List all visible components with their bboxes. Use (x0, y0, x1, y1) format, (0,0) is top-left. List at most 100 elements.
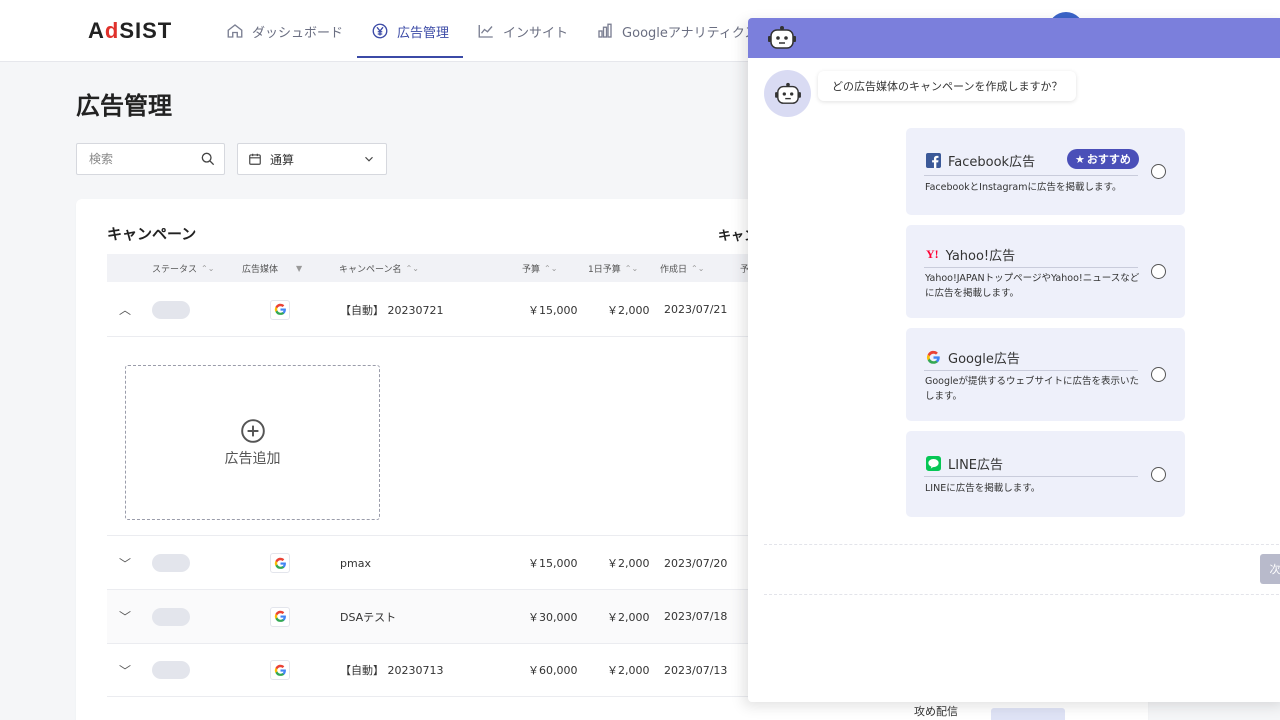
column-media[interactable]: 広告媒体 ▼ (242, 254, 302, 282)
expand-button[interactable]: ﹀ (119, 644, 131, 696)
column-daily-budget[interactable]: 1日予算 ⌃⌄ (588, 254, 638, 282)
column-budget-label: 予算 (522, 264, 541, 275)
status-toggle[interactable] (152, 300, 190, 319)
bar-chart-icon (598, 23, 612, 38)
option-google-radio[interactable] (1151, 367, 1166, 382)
bot-avatar (764, 70, 811, 117)
search-box (76, 143, 225, 175)
robot-icon (768, 26, 796, 49)
chevron-up-icon: ︿ (119, 303, 132, 317)
chevron-down-icon: ﹀ (119, 556, 132, 571)
star-icon: ★ (1075, 152, 1085, 166)
option-line-radio[interactable] (1151, 467, 1166, 482)
nav-dashboard[interactable]: ダッシュボード (212, 0, 357, 62)
expand-button[interactable]: ﹀ (119, 537, 131, 589)
page-title: 広告管理 (76, 92, 172, 120)
column-created-date-label: 作成日 (660, 264, 688, 275)
sort-icon: ⌃⌄ (691, 263, 705, 273)
status-cell (152, 283, 190, 336)
chat-header (748, 18, 1280, 58)
nav-insight[interactable]: インサイト (463, 0, 582, 62)
nav-ad-management[interactable]: 広告管理 (357, 0, 464, 62)
chat-divider (764, 544, 1280, 545)
period-select[interactable]: 通算 (237, 143, 387, 175)
option-facebook-ads[interactable]: Facebook広告 ★ おすすめ FacebookとInstagramに広告を掲… (906, 128, 1185, 215)
nav-google-analytics-label: Googleアナリティクス (622, 25, 758, 41)
option-yahoo-title-text: Yahoo!広告 (945, 249, 1016, 264)
robot-icon (774, 82, 801, 104)
logo-text-d: d (104, 18, 120, 43)
option-divider (924, 175, 1138, 176)
status-toggle[interactable] (152, 661, 190, 679)
option-yahoo-radio[interactable] (1151, 264, 1166, 279)
expand-button[interactable]: ﹀ (119, 590, 131, 643)
chevron-down-icon: ﹀ (119, 610, 132, 624)
nav-ad-management-label: 広告管理 (397, 25, 450, 41)
plus-circle-icon (240, 418, 265, 443)
media-cell (270, 590, 290, 643)
column-created-date[interactable]: 作成日 ⌃⌄ (660, 254, 704, 282)
status-toggle[interactable] (152, 554, 190, 572)
nav-google-analytics[interactable]: Googleアナリティクス (582, 0, 771, 62)
media-cell (270, 537, 290, 589)
option-google-ads[interactable]: Google広告 Googleが提供するウェブサイトに広告を表示いたします。 (906, 328, 1185, 421)
column-status-label: ステータス (152, 264, 198, 275)
sort-icon: ⌃⌄ (405, 263, 419, 273)
next-button[interactable]: 次 (1260, 554, 1280, 584)
google-media-badge (270, 606, 290, 627)
yahoo-icon: Y! (926, 247, 939, 261)
google-icon (274, 610, 286, 622)
column-status[interactable]: ステータス ⌃⌄ (152, 254, 214, 282)
option-facebook-title-text: Facebook広告 (948, 155, 1036, 170)
status-badge[interactable] (991, 708, 1065, 720)
google-media-badge (270, 299, 290, 320)
campaign-create-chat-panel: どの広告媒体のキャンペーンを作成しますか？ Facebook広告 ★ おすすめ F… (748, 18, 1280, 702)
recommended-badge-text: おすすめ (1086, 153, 1131, 166)
google-icon (274, 664, 286, 676)
column-media-label: 広告媒体 (242, 264, 279, 275)
add-ad-label: 広告追加 (224, 450, 281, 467)
daily-budget-value: ￥2,000 (607, 557, 650, 570)
google-icon (274, 303, 286, 315)
column-budget[interactable]: 予算 ⌃⌄ (522, 254, 557, 282)
main-nav: ダッシュボード 広告管理 インサイト Googleアナリティクス (212, 0, 771, 62)
column-campaign-name-label: キャンペーン名 (339, 264, 402, 275)
option-facebook-radio[interactable] (1151, 164, 1166, 179)
option-divider (924, 370, 1138, 371)
column-campaign-name[interactable]: キャンペーン名 ⌃⌄ (339, 254, 419, 282)
add-ad-button[interactable]: 広告追加 (125, 365, 380, 520)
option-divider (924, 476, 1138, 477)
yen-icon (372, 23, 388, 39)
option-line-ads[interactable]: LINE広告 LINEに広告を掲載します。 (906, 431, 1185, 517)
nav-insight-label: インサイト (503, 25, 569, 41)
sort-icon: ⌃⌄ (544, 263, 558, 273)
budget-value: ￥15,000 (528, 303, 578, 317)
campaign-name[interactable]: 【自動】 20230713 (340, 644, 444, 696)
campaign-name[interactable]: DSAテスト (340, 590, 396, 643)
option-line-desc: LINEに広告を掲載します。 (925, 483, 1041, 494)
calendar-icon (249, 153, 261, 165)
budget-value: ￥15,000 (528, 557, 578, 570)
recommended-badge: ★ おすすめ (1067, 149, 1139, 169)
budget-value: ￥60,000 (528, 664, 578, 677)
search-icon[interactable] (200, 151, 216, 167)
period-select-value: 通算 (270, 152, 295, 167)
status-toggle[interactable] (152, 607, 190, 626)
option-facebook-desc: FacebookとInstagramに広告を掲載します。 (925, 182, 1122, 193)
option-yahoo-desc: Yahoo!JAPANトップページやYahoo!ニュースなどに広告を掲載します。 (925, 273, 1140, 299)
sort-icon: ⌃⌄ (201, 263, 215, 273)
option-google-desc: Googleが提供するウェブサイトに広告を表示いたします。 (925, 376, 1140, 402)
campaign-name[interactable]: 【自動】 20230721 (340, 283, 444, 336)
trend-icon (478, 25, 493, 38)
search-input[interactable] (89, 152, 200, 166)
option-divider (924, 267, 1138, 268)
strategy-label: 攻め配信 (914, 705, 958, 718)
collapse-button[interactable]: ︿ (119, 283, 131, 336)
nav-dashboard-label: ダッシュボード (252, 25, 344, 41)
adsist-logo[interactable]: AdSIST (88, 18, 172, 44)
campaign-name[interactable]: pmax (340, 537, 371, 589)
chevron-down-icon: ﹀ (119, 663, 132, 678)
media-cell (270, 283, 290, 336)
option-yahoo-ads[interactable]: Y! Yahoo!広告 Yahoo!JAPANトップページやYahoo!ニュース… (906, 225, 1185, 318)
created-date-value: 2023/07/20 (664, 556, 728, 570)
